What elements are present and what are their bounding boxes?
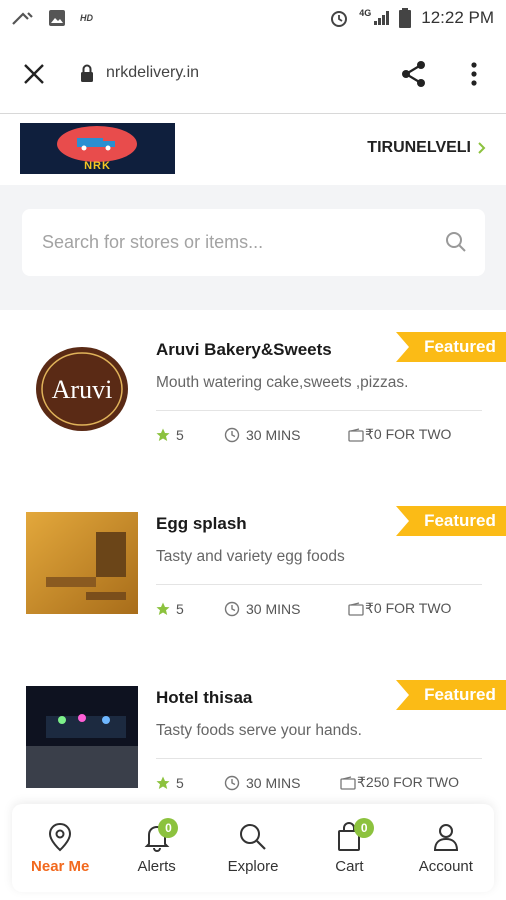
rating-value: 5 <box>176 426 184 443</box>
hotel-thisaa-photo <box>26 686 138 788</box>
store-card[interactable]: Aruvi Aruvi Bakery&Sweets Featured Mouth… <box>0 310 506 470</box>
clock-icon <box>224 775 240 790</box>
search-icon <box>240 824 266 850</box>
search-input[interactable] <box>42 209 442 276</box>
nav-label: Near Me <box>31 858 90 875</box>
clock-time: 12:22 PM <box>421 8 494 27</box>
store-description: Tasty foods serve your hands. <box>156 722 362 739</box>
delivery-truck-icon <box>77 138 115 151</box>
city-selector[interactable]: TIRUNELVELI <box>367 139 486 157</box>
store-name[interactable]: Hotel thisaa <box>156 688 252 708</box>
star-icon <box>156 428 170 441</box>
clock-icon <box>224 427 240 442</box>
featured-badge: Featured <box>396 506 506 536</box>
nav-account[interactable]: Account <box>398 804 494 892</box>
nav-label: Alerts <box>137 858 176 875</box>
delivery-time: 30 MINS <box>246 600 301 617</box>
search-box <box>22 209 485 276</box>
nav-cart[interactable]: 0 Cart <box>301 804 397 892</box>
signal-icon <box>374 11 390 25</box>
delivery-time: 30 MINS <box>246 774 301 791</box>
hd-indicator: HD <box>80 13 93 23</box>
price-for-two: ₹0 FOR TWO <box>365 426 452 442</box>
nav-near-me[interactable]: Near Me <box>12 804 108 892</box>
site-logo[interactable]: NRK <box>20 123 175 174</box>
share-icon[interactable] <box>400 60 428 88</box>
user-icon <box>433 824 458 851</box>
nav-explore[interactable]: Explore <box>205 804 301 892</box>
svg-text:Aruvi: Aruvi <box>52 375 113 404</box>
wallet-icon <box>348 601 364 616</box>
status-bar: HD 4G 12:22 PM <box>0 0 506 36</box>
battery-icon <box>399 8 412 28</box>
featured-badge: Featured <box>396 680 506 710</box>
close-icon[interactable] <box>22 62 46 86</box>
wallet-icon <box>340 775 356 790</box>
rating-value: 5 <box>176 774 184 791</box>
location-header: NRK TIRUNELVELI <box>0 115 506 185</box>
lock-icon <box>81 64 93 82</box>
divider <box>156 410 482 411</box>
store-name[interactable]: Egg splash <box>156 514 247 534</box>
location-pin-icon <box>49 822 72 852</box>
aruvi-logo: Aruvi <box>26 338 138 440</box>
alerts-badge: 0 <box>158 818 179 838</box>
alarm-icon <box>331 11 348 27</box>
more-vert-icon[interactable] <box>464 60 484 88</box>
featured-badge: Featured <box>396 332 506 362</box>
store-meta: 5 30 MINS ₹250 FOR TWO <box>156 774 459 791</box>
city-name: TIRUNELVELI <box>367 139 471 156</box>
gallery-icon <box>49 10 65 26</box>
nav-alerts[interactable]: 0 Alerts <box>108 804 204 892</box>
nav-label: Cart <box>335 858 364 875</box>
rating-value: 5 <box>176 600 184 617</box>
store-meta: 5 30 MINS ₹0 FOR TWO <box>156 426 451 443</box>
cart-badge: 0 <box>354 818 375 838</box>
missed-call-icon <box>12 12 33 25</box>
store-description: Tasty and variety egg foods <box>156 548 345 565</box>
nav-label: Account <box>418 858 473 875</box>
search-section <box>0 185 506 310</box>
search-icon[interactable] <box>445 231 467 253</box>
price-for-two: ₹0 FOR TWO <box>365 600 452 616</box>
star-icon <box>156 602 170 615</box>
nav-label: Explore <box>227 858 279 875</box>
price-for-two: ₹250 FOR TWO <box>357 774 459 790</box>
store-description: Mouth watering cake,sweets ,pizzas. <box>156 374 409 391</box>
store-meta: 5 30 MINS ₹0 FOR TWO <box>156 600 451 617</box>
network-type: 4G <box>359 8 372 18</box>
wallet-icon <box>348 427 364 442</box>
divider <box>156 584 482 585</box>
divider <box>156 758 482 759</box>
clock-icon <box>224 601 240 616</box>
bottom-nav: Near Me 0 Alerts Explore 0 Cart Account <box>12 804 494 892</box>
browser-bar: nrkdelivery.in <box>0 36 506 114</box>
egg-splash-photo <box>26 512 138 614</box>
store-name[interactable]: Aruvi Bakery&Sweets <box>156 340 332 360</box>
url-text[interactable]: nrkdelivery.in <box>106 64 199 82</box>
star-icon <box>156 776 170 789</box>
store-card[interactable]: Hotel thisaa Featured Tasty foods serve … <box>0 658 506 818</box>
delivery-time: 30 MINS <box>246 426 301 443</box>
store-card[interactable]: Egg splash Featured Tasty and variety eg… <box>0 484 506 644</box>
chevron-right-icon <box>478 142 486 154</box>
